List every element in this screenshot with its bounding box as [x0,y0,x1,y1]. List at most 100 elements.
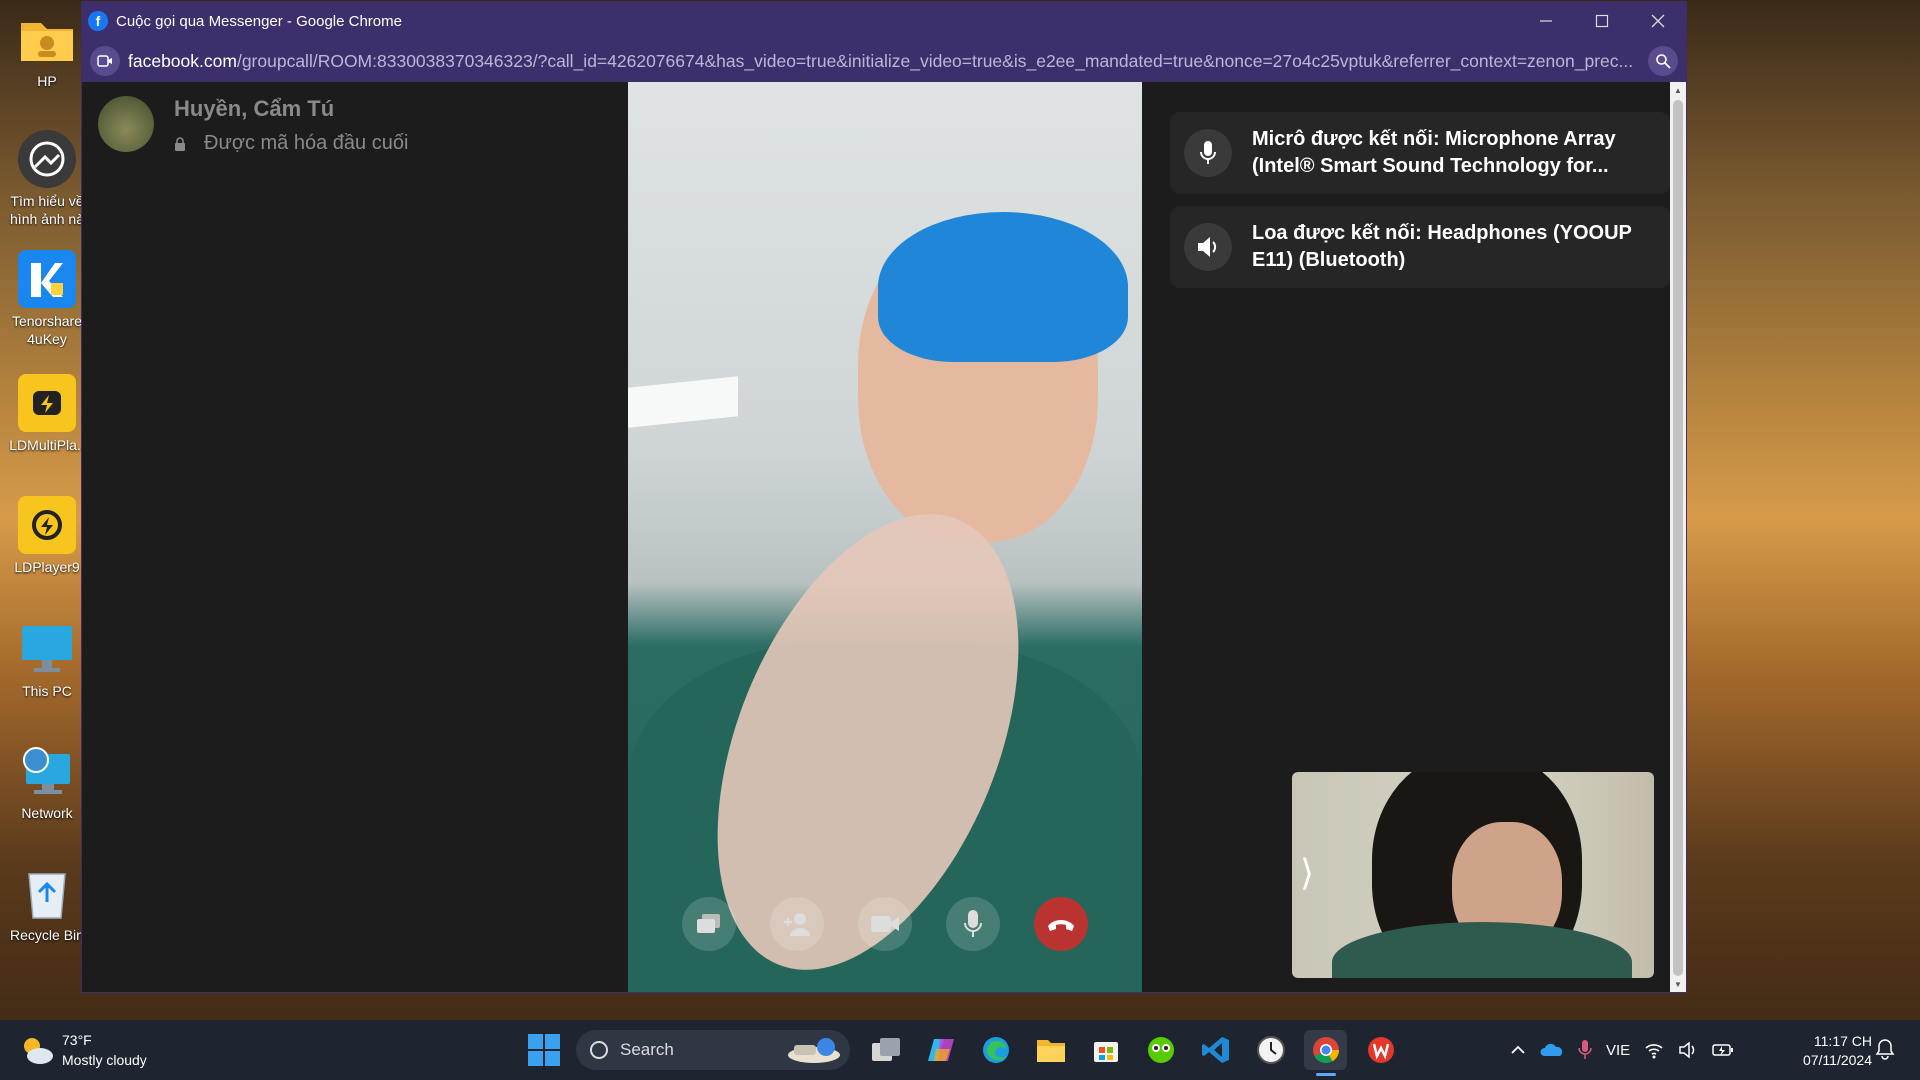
taskbar-chrome[interactable] [1304,1030,1347,1076]
video-camera-icon [871,916,899,932]
taskbar-apps [864,1030,1402,1076]
taskbar-clock-app[interactable] [1249,1030,1292,1070]
taskbar-vscode[interactable] [1194,1030,1237,1070]
onedrive-icon[interactable] [1540,1042,1564,1058]
desktop-icon-recycle-bin[interactable]: Recycle Bin [2,864,92,944]
url-text[interactable]: facebook.com/groupcall/ROOM:833003837034… [128,51,1640,72]
recycle-bin-icon [18,864,76,922]
maximize-icon [1595,14,1609,28]
desktop-icon-this-pc[interactable]: This PC [2,620,92,700]
ldmultiplayer-icon [18,374,76,432]
window-controls [1518,2,1686,40]
notification-text: Loa được kết nối: Headphones (YOOUP E11)… [1252,222,1632,271]
tenorshare-4ukey-icon [18,250,76,308]
title-bar[interactable]: f Cuộc gọi qua Messenger - Google Chrome [82,2,1686,40]
copilot-icon [927,1039,954,1061]
video-background [628,376,738,428]
volume-icon[interactable] [1678,1041,1698,1059]
desktop-icon-label: Network [21,805,73,821]
edge-icon [982,1037,1009,1063]
input-language[interactable]: VIE [1606,1042,1630,1059]
desktop-icon-label: Tenorshare 4uKey [11,313,83,347]
notification-bell-icon[interactable] [1874,1038,1896,1060]
scroll-up-icon[interactable]: ▲ [1670,82,1686,98]
camera-button[interactable] [858,897,912,951]
desktop-icon-ldmultiplayer[interactable]: LDMultiPla.. [2,374,92,454]
desktop-icon-ldplayer[interactable]: LDPlayer9 [2,496,92,576]
partly-cloudy-icon [24,1038,53,1064]
remote-video[interactable] [628,82,1142,992]
weather-widget[interactable]: 73°F Mostly cloudy [18,1030,147,1070]
taskbar-search[interactable]: Search [576,1030,850,1070]
taskbar-duolingo[interactable] [1139,1030,1182,1070]
notification-microphone: Micrô được kết nối: Microphone Array (In… [1170,112,1670,194]
windows-logo-icon [545,1034,560,1049]
microphone-button[interactable] [946,897,1000,951]
vscode-icon [1201,1037,1229,1063]
share-screen-button[interactable] [682,897,736,951]
add-people-button[interactable] [770,897,824,951]
desktop-icon-label: LDMultiPla.. [9,437,85,453]
taskbar-copilot[interactable] [919,1030,962,1070]
notification-text: Micrô được kết nối: Microphone Array (In… [1252,128,1616,177]
battery-icon[interactable] [1712,1042,1734,1058]
start-button[interactable] [528,1034,560,1066]
clock-date: 07/11/2024 [1802,1052,1872,1068]
search-icon [590,1041,608,1059]
taskbar-clock[interactable]: 11:17 CH 07/11/2024 [1780,1032,1872,1070]
chevron-right-icon[interactable]: ⟩ [1300,852,1314,894]
windows-logo-icon [528,1051,543,1066]
facebook-favicon-icon: f [88,11,108,31]
desktop-icon-label: HP [37,73,57,89]
close-button[interactable] [1630,2,1686,40]
zoom-button[interactable] [1648,46,1678,76]
taskbar-wps-office[interactable] [1359,1030,1402,1070]
scroll-down-icon[interactable]: ▼ [1670,976,1686,992]
taskbar-microsoft-store[interactable] [1084,1030,1127,1070]
taskbar-file-explorer[interactable] [1029,1030,1072,1070]
desktop-icon-learn-picture[interactable]: Tìm hiểu về hình ảnh nà [2,130,92,228]
maximize-button[interactable] [1574,2,1630,40]
caller-info: Huyền, Cẩm Tú Được mã hóa đầu cuối [174,96,408,155]
desktop-icon-tenorshare[interactable]: Tenorshare 4uKey [2,250,92,348]
desktop-icon-label: Tìm hiểu về hình ảnh nà [10,193,84,227]
desktop-icon-label: Recycle Bin [10,927,84,943]
desktop-icons: HP Tìm hiểu về hình ảnh nà Tenorshare 4u… [0,0,94,1020]
wps-office-icon [1367,1037,1394,1063]
call-controls [628,897,1142,951]
microphone-icon [1184,129,1232,177]
add-person-icon [784,913,810,936]
folder-icon [1036,1040,1065,1062]
scroll-thumb[interactable] [1673,100,1683,976]
self-view-video[interactable]: ⟩ [1292,772,1654,978]
device-notifications: Micrô được kết nối: Microphone Array (In… [1170,112,1670,300]
windows-logo-icon [545,1051,560,1066]
taskbar-edge[interactable] [974,1030,1017,1070]
hang-up-icon [1048,920,1074,931]
site-info-icon[interactable] [90,46,120,76]
wifi-icon[interactable] [1644,1041,1664,1059]
microphone-icon [964,910,982,937]
network-icon [18,742,76,800]
url-path: /groupcall/ROOM:8330038370346323/?call_i… [236,50,1634,71]
minimize-icon [1540,20,1552,22]
taskbar-task-view[interactable] [864,1030,907,1070]
clock-icon [1256,1036,1285,1064]
desktop-icon-label: LDPlayer9 [14,559,80,575]
share-screen-icon [697,914,720,933]
desktop-icon-hp[interactable]: HP [2,10,92,90]
chrome-icon [1312,1037,1339,1064]
chevron-up-icon[interactable] [1510,1043,1526,1057]
scrollbar[interactable]: ▲ ▼ [1670,82,1686,992]
self-view-body [1332,922,1632,978]
caller-header: Huyền, Cẩm Tú Được mã hóa đầu cuối [98,96,408,155]
encryption-label: Được mã hóa đầu cuối [204,132,409,154]
weather-description: Mostly cloudy [62,1052,147,1068]
desktop-icon-network[interactable]: Network [2,742,92,822]
duolingo-icon [1147,1037,1174,1063]
minimize-button[interactable] [1518,2,1574,40]
participant-name: Huyền, Cẩm Tú [174,96,335,121]
microphone-in-use-icon[interactable] [1578,1039,1592,1061]
address-bar[interactable]: facebook.com/groupcall/ROOM:833003837034… [82,40,1686,82]
end-call-button[interactable] [1034,897,1088,951]
